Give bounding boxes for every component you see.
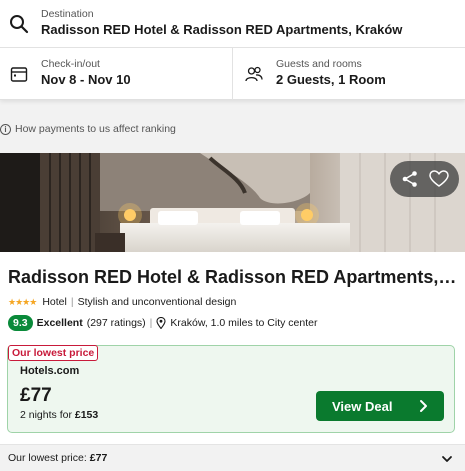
star-icon: ★	[22, 296, 30, 307]
star-icon: ★	[29, 296, 37, 307]
info-icon: i	[0, 123, 11, 135]
rating-word: Excellent	[36, 317, 83, 329]
guests-icon	[245, 66, 263, 82]
divider: |	[70, 296, 74, 308]
hotel-photo[interactable]	[0, 153, 465, 252]
nights-label: 2 nights for	[20, 409, 72, 421]
rating-row: 9.3 Excellent (297 ratings) | Kraków, 1.…	[8, 315, 317, 331]
lowest-price-badge: Our lowest price	[8, 345, 99, 361]
search-icon	[10, 15, 29, 34]
location-pin-icon	[156, 317, 166, 329]
star-rating: ★ ★ ★ ★	[8, 296, 37, 308]
check-in-out-label: Check-in/out	[41, 58, 100, 70]
hotel-location: Kraków, 1.0 miles to City center	[170, 317, 318, 329]
star-icon: ★	[8, 296, 16, 307]
hotel-meta: ★ ★ ★ ★ Hotel | Stylish and unconvention…	[8, 296, 236, 308]
payments-ranking-link[interactable]: i How payments to us affect ranking	[0, 121, 176, 137]
hotel-tagline: Stylish and unconventional design	[77, 296, 237, 308]
share-icon[interactable]	[398, 167, 422, 191]
rating-count: (297 ratings)	[86, 317, 146, 329]
destination-value: Radisson RED Hotel & Radisson RED Apartm…	[41, 22, 403, 37]
view-deal-button[interactable]: View Deal	[316, 391, 444, 421]
chevron-right-icon	[420, 400, 427, 412]
hotel-result-card[interactable]: Radisson RED Hotel & Radisson RED Apartm…	[0, 153, 465, 471]
chevron-down-icon[interactable]	[441, 453, 453, 465]
destination-field[interactable]: Destination Radisson RED Hotel & Radisso…	[0, 0, 465, 48]
hotel-name[interactable]: Radisson RED Hotel & Radisson RED Apartm…	[8, 267, 460, 288]
hotel-type: Hotel	[42, 296, 67, 308]
destination-label: Destination	[41, 8, 94, 20]
check-in-out-value: Nov 8 - Nov 10	[41, 72, 131, 87]
deal-price: £77	[20, 385, 52, 406]
lowest-price-label: Our lowest price:	[8, 452, 87, 464]
deal-total: 2 nights for £153	[20, 409, 98, 421]
search-summary-card: Destination Radisson RED Hotel & Radisso…	[0, 0, 465, 100]
heart-icon[interactable]	[427, 167, 451, 191]
view-deal-label: View Deal	[332, 398, 393, 414]
payments-ranking-text: How payments to us affect ranking	[15, 123, 176, 135]
guests-rooms-value: 2 Guests, 1 Room	[276, 72, 386, 87]
photo-actions	[390, 161, 459, 197]
guests-rooms-label: Guests and rooms	[276, 58, 362, 70]
lowest-price-deal[interactable]: Our lowest price Hotels.com £77 2 nights…	[7, 345, 455, 433]
calendar-icon	[10, 67, 28, 82]
lowest-price-value: £77	[89, 452, 108, 464]
divider: |	[149, 317, 153, 329]
guests-rooms-field[interactable]: Guests and rooms 2 Guests, 1 Room	[233, 48, 465, 100]
lowest-price-summary[interactable]: Our lowest price: £77	[0, 444, 465, 471]
star-icon: ★	[15, 296, 23, 307]
review-score-badge: 9.3	[8, 315, 33, 331]
nights-total: £153	[74, 409, 99, 421]
check-in-out-field[interactable]: Check-in/out Nov 8 - Nov 10	[0, 48, 233, 100]
deal-provider: Hotels.com	[20, 365, 80, 377]
